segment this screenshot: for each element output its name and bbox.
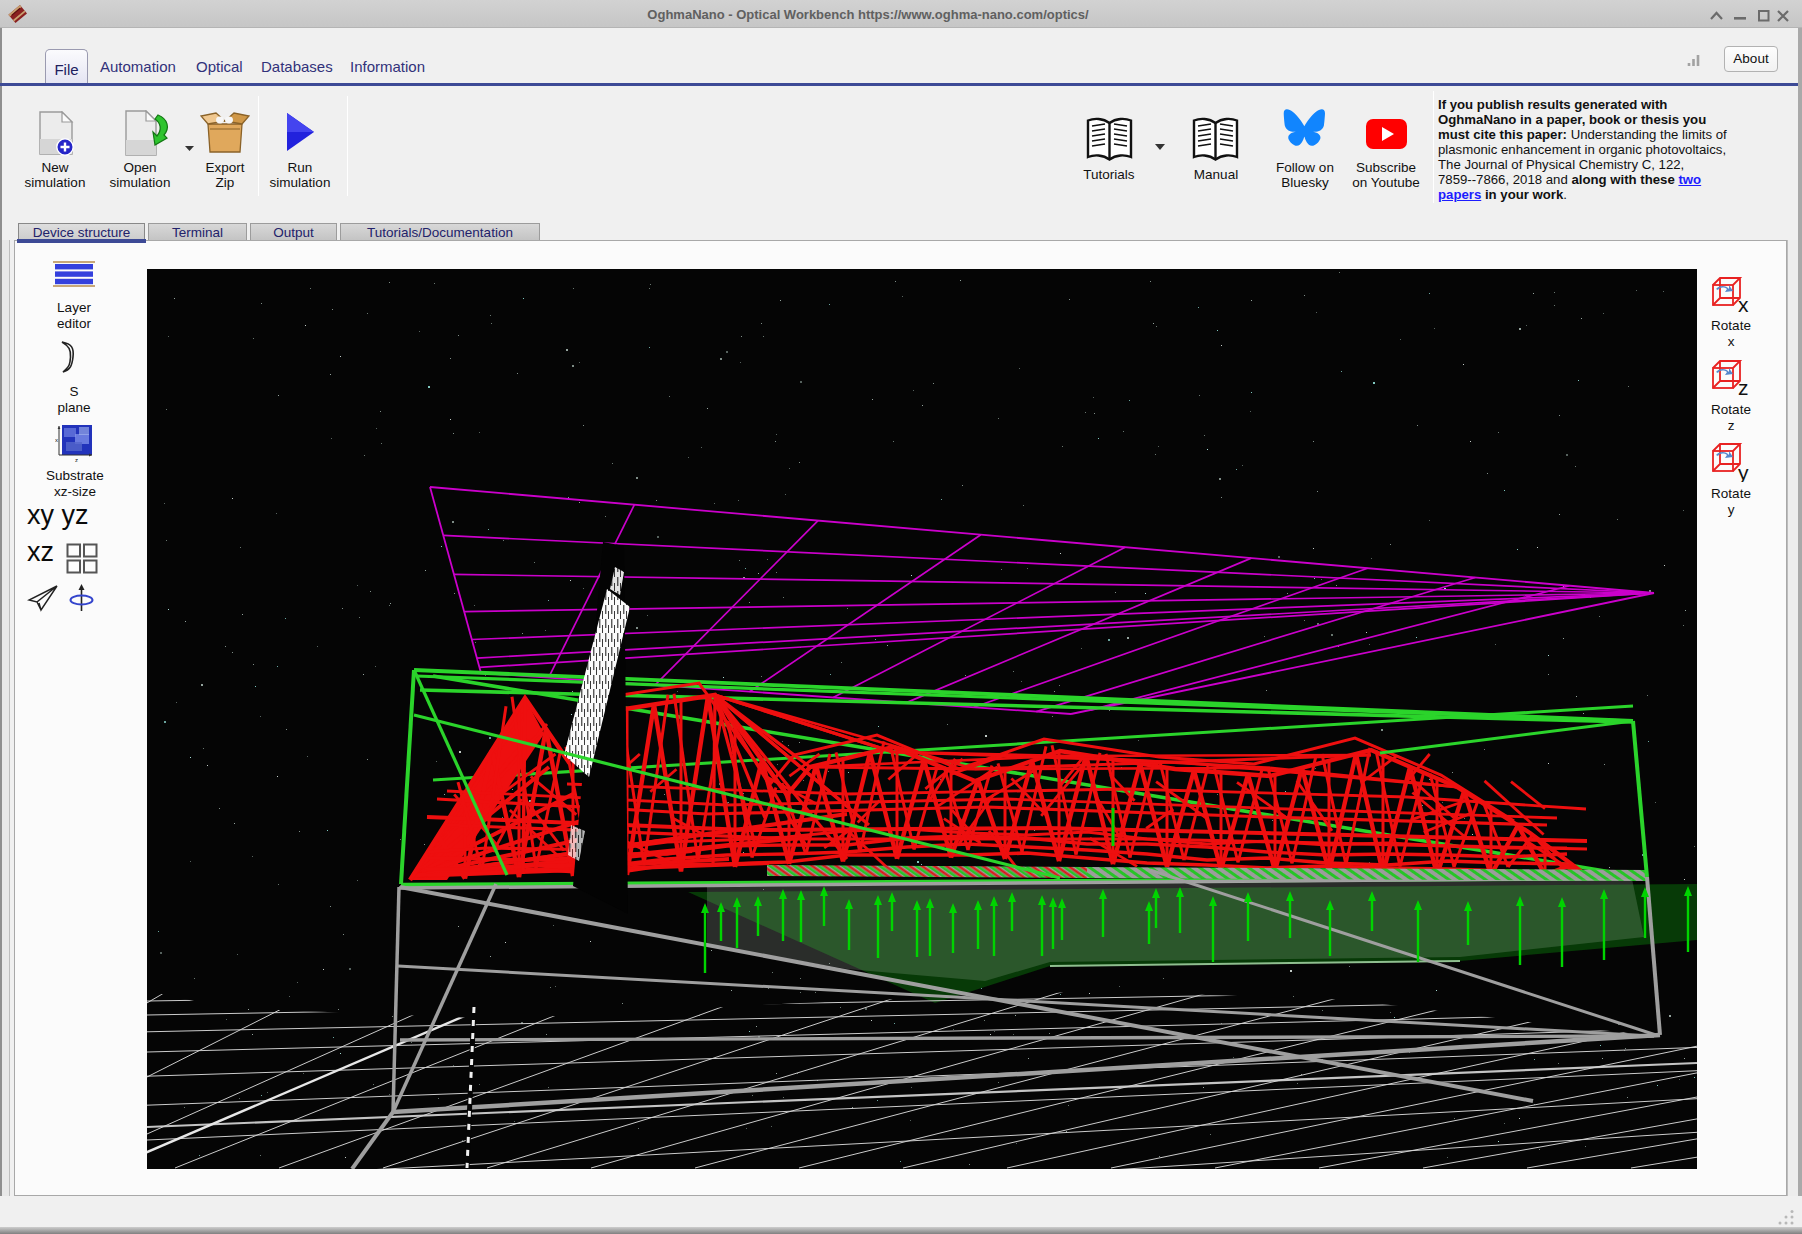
svg-text:z: z <box>1738 376 1749 397</box>
svg-text:y: y <box>1738 461 1749 482</box>
svg-text:x: x <box>55 437 58 443</box>
svg-text:x: x <box>1738 293 1749 314</box>
svg-text:z: z <box>75 457 78 462</box>
